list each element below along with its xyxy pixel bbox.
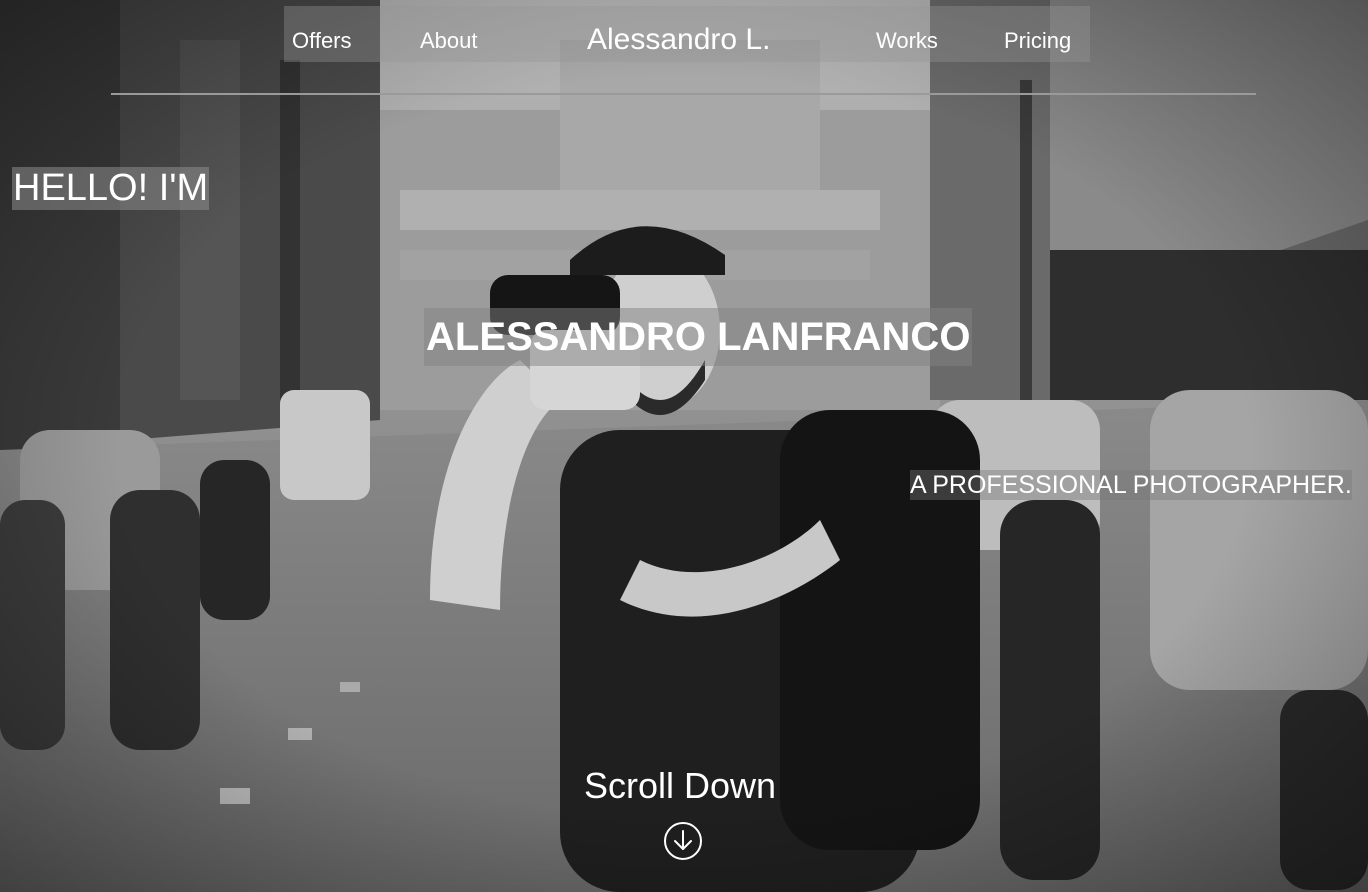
top-navbar: Offers About Alessandro L. Works Pricing [284,6,1090,62]
header-divider [111,93,1256,95]
scroll-down-link[interactable]: Scroll Down [584,765,784,807]
hero-background-photo [0,0,1368,892]
hero-name: ALESSANDRO LANFRANCO [424,308,973,366]
hero-greeting: HELLO! I'M [12,167,210,210]
arrow-down-circle-icon[interactable] [663,821,703,861]
site-brand[interactable]: Alessandro L. [587,23,770,57]
nav-link-pricing[interactable]: Pricing [1004,28,1071,54]
nav-link-about[interactable]: About [420,28,478,54]
hero-subtitle: A PROFESSIONAL PHOTOGRAPHER. [910,470,1352,500]
nav-link-works[interactable]: Works [876,28,938,54]
nav-link-offers[interactable]: Offers [292,28,352,54]
